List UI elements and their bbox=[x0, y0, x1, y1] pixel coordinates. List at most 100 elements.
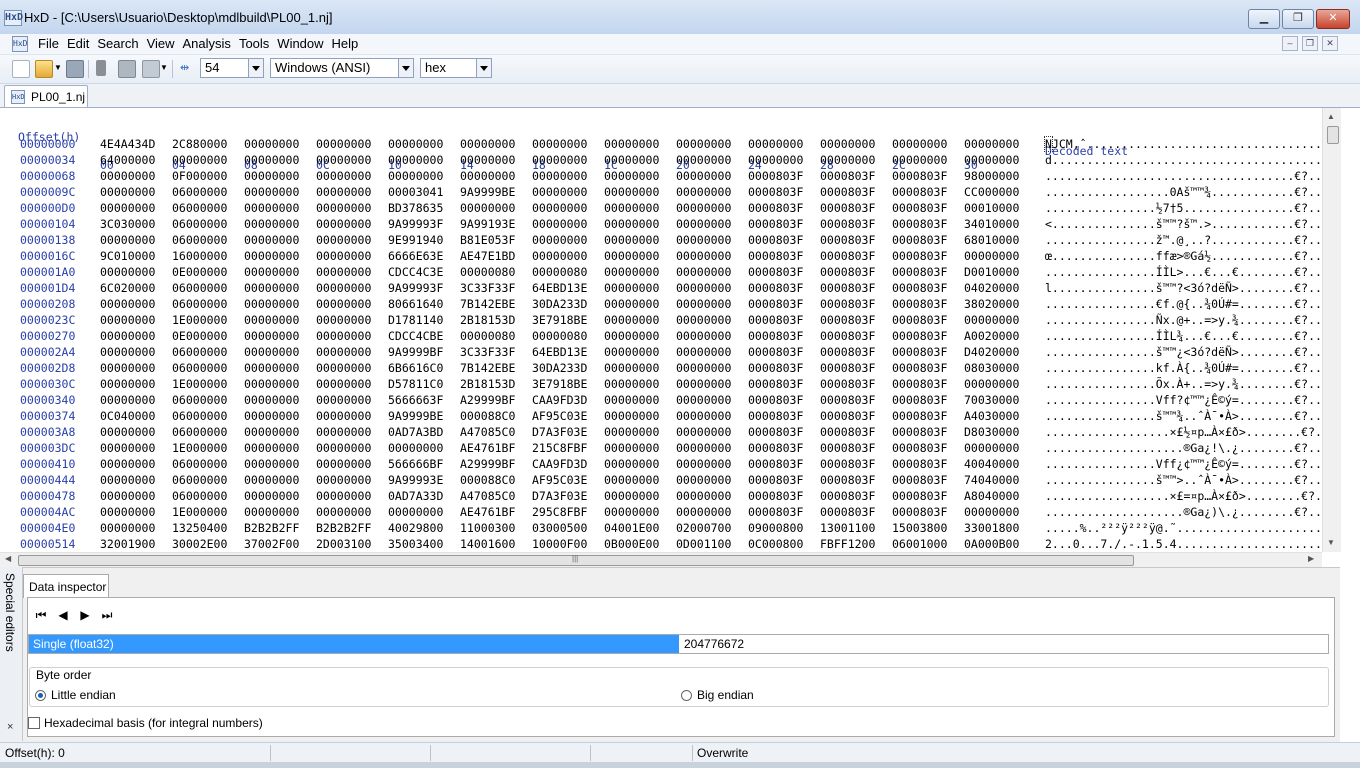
hex-cell[interactable]: 00000000 bbox=[676, 505, 731, 519]
hex-cell[interactable]: 2B18153D bbox=[460, 377, 515, 391]
close-button[interactable]: ✕ bbox=[1316, 9, 1350, 29]
decoded-text[interactable]: ..................×£½¤p…À×£ð>........€?.… bbox=[1045, 425, 1340, 439]
hex-cell[interactable]: 1E000000 bbox=[172, 505, 227, 519]
hex-cell[interactable]: 06000000 bbox=[172, 297, 227, 311]
hex-cell[interactable]: 00000000 bbox=[316, 505, 371, 519]
hex-cell[interactable]: 00000000 bbox=[388, 505, 443, 519]
hex-cell[interactable]: 00000000 bbox=[244, 297, 299, 311]
hex-cell[interactable]: AE4761BF bbox=[460, 505, 515, 519]
hex-cell[interactable]: 00000000 bbox=[244, 361, 299, 375]
hex-cell[interactable]: 0000803F bbox=[892, 297, 947, 311]
menu-edit[interactable]: Edit bbox=[63, 36, 93, 52]
hex-cell[interactable]: 0000803F bbox=[892, 409, 947, 423]
hex-cell[interactable]: 0000803F bbox=[748, 377, 803, 391]
decoded-text[interactable]: 2...0...7./.-.1.5.4.....................… bbox=[1045, 537, 1340, 551]
hex-cell[interactable]: 00000000 bbox=[604, 505, 659, 519]
hex-cell[interactable]: 00000000 bbox=[820, 153, 875, 167]
big-endian-label[interactable]: Big endian bbox=[697, 688, 754, 702]
hex-cell[interactable]: BD378635 bbox=[388, 201, 443, 215]
delete-icon[interactable] bbox=[96, 60, 106, 76]
decoded-text[interactable]: d.......................................… bbox=[1045, 153, 1340, 167]
hex-cell[interactable]: 0E000000 bbox=[172, 329, 227, 343]
hex-cell[interactable]: 00000000 bbox=[100, 521, 155, 535]
hex-cell[interactable]: CC000000 bbox=[964, 185, 1019, 199]
hex-cell[interactable]: 0000803F bbox=[748, 489, 803, 503]
hex-cell[interactable]: 14001600 bbox=[460, 537, 515, 551]
hex-cell[interactable]: 00000000 bbox=[316, 489, 371, 503]
hex-cell[interactable]: A29999BF bbox=[460, 457, 515, 471]
hex-cell[interactable]: 00000000 bbox=[604, 153, 659, 167]
hex-cell[interactable]: 00000000 bbox=[676, 137, 731, 151]
hex-cell[interactable]: A0020000 bbox=[964, 329, 1019, 343]
hex-cell[interactable]: 64000000 bbox=[100, 153, 155, 167]
hex-cell[interactable]: 00000000 bbox=[604, 201, 659, 215]
hex-cell[interactable]: B2B2B2FF bbox=[316, 521, 371, 535]
hex-cell[interactable]: 00000000 bbox=[604, 425, 659, 439]
hex-cell[interactable]: 0000803F bbox=[892, 313, 947, 327]
hex-cell[interactable]: 0000803F bbox=[892, 489, 947, 503]
hex-cell[interactable]: 06001000 bbox=[892, 537, 947, 551]
hex-cell[interactable]: 0000803F bbox=[748, 345, 803, 359]
hex-cell[interactable]: 00000000 bbox=[244, 265, 299, 279]
hex-cell[interactable]: 00000000 bbox=[460, 169, 515, 183]
hex-cell[interactable]: 00000000 bbox=[244, 505, 299, 519]
mdi-close-button[interactable]: ✕ bbox=[1322, 36, 1338, 51]
hex-cell[interactable]: 0000803F bbox=[748, 281, 803, 295]
hex-cell[interactable]: 0000803F bbox=[892, 473, 947, 487]
hex-cell[interactable]: 40040000 bbox=[964, 457, 1019, 471]
hex-cell[interactable]: 00000000 bbox=[604, 137, 659, 151]
hex-cell[interactable]: D4020000 bbox=[964, 345, 1019, 359]
hex-cell[interactable]: 0000803F bbox=[748, 249, 803, 263]
hex-cell[interactable]: 0000803F bbox=[892, 377, 947, 391]
hex-cell[interactable]: 00000000 bbox=[100, 425, 155, 439]
minimize-button[interactable]: ▁ bbox=[1248, 9, 1280, 29]
hex-cell[interactable]: 0000803F bbox=[820, 457, 875, 471]
hex-cell[interactable]: 00000000 bbox=[964, 441, 1019, 455]
hex-cell[interactable]: 0000803F bbox=[820, 249, 875, 263]
hex-cell[interactable]: 0000803F bbox=[820, 281, 875, 295]
hex-cell[interactable]: 00000000 bbox=[388, 137, 443, 151]
hex-cell[interactable]: 00000000 bbox=[748, 137, 803, 151]
hex-cell[interactable]: 0000803F bbox=[892, 169, 947, 183]
hex-cell[interactable]: 00000000 bbox=[100, 377, 155, 391]
hex-cell[interactable]: 00000000 bbox=[964, 249, 1019, 263]
decoded-text[interactable]: ................ÍÌL¾...€...€........€?..… bbox=[1045, 329, 1340, 343]
hex-cell[interactable]: 00000000 bbox=[244, 489, 299, 503]
hex-cell[interactable]: 00000000 bbox=[244, 377, 299, 391]
hex-cell[interactable]: 03000500 bbox=[532, 521, 587, 535]
hex-cell[interactable]: 00000000 bbox=[100, 457, 155, 471]
hex-cell[interactable]: 00000000 bbox=[604, 249, 659, 263]
hex-cell[interactable]: 00000000 bbox=[532, 201, 587, 215]
hex-cell[interactable]: 00000000 bbox=[604, 233, 659, 247]
hex-cell[interactable]: B2B2B2FF bbox=[244, 521, 299, 535]
data-type-value[interactable]: 204776672 bbox=[684, 635, 744, 653]
decoded-text[interactable]: ................Õx.À+..=>y.¾........€?..… bbox=[1045, 377, 1340, 391]
hex-cell[interactable]: 74040000 bbox=[964, 473, 1019, 487]
hex-cell[interactable]: 00000000 bbox=[388, 153, 443, 167]
hex-cell[interactable]: 00000000 bbox=[316, 137, 371, 151]
hex-cell[interactable]: 0000803F bbox=[748, 361, 803, 375]
hex-cell[interactable]: 0000803F bbox=[892, 249, 947, 263]
hex-cell[interactable]: 0000803F bbox=[820, 361, 875, 375]
hex-cell[interactable]: 00000080 bbox=[532, 329, 587, 343]
hex-cell[interactable]: 06000000 bbox=[172, 489, 227, 503]
hex-cell[interactable]: 9A99193E bbox=[460, 217, 515, 231]
hex-cell[interactable]: 00000000 bbox=[244, 345, 299, 359]
hex-cell[interactable]: 00000000 bbox=[676, 265, 731, 279]
hex-cell[interactable]: 00000000 bbox=[676, 329, 731, 343]
hex-cell[interactable]: CAA9FD3D bbox=[532, 393, 587, 407]
hex-cell[interactable]: 35003400 bbox=[388, 537, 443, 551]
hex-cell[interactable]: 00000000 bbox=[244, 409, 299, 423]
offset-base-dropdown-icon[interactable] bbox=[476, 59, 491, 77]
hex-cell[interactable]: 00000000 bbox=[244, 425, 299, 439]
little-endian-radio[interactable] bbox=[35, 690, 46, 701]
hex-cell[interactable]: 00000000 bbox=[244, 281, 299, 295]
menu-view[interactable]: View bbox=[143, 36, 179, 52]
hex-cell[interactable]: 3C33F33F bbox=[460, 281, 515, 295]
hex-cell[interactable]: 00000000 bbox=[604, 313, 659, 327]
hex-cell[interactable]: 0000803F bbox=[748, 297, 803, 311]
hex-cell[interactable]: 00000000 bbox=[100, 169, 155, 183]
decoded-text[interactable]: l...............š™™?<3ó?dëÑ>........€?..… bbox=[1045, 281, 1340, 295]
hex-cell[interactable]: 00000000 bbox=[100, 361, 155, 375]
hex-cell[interactable]: 6B6616C0 bbox=[388, 361, 443, 375]
